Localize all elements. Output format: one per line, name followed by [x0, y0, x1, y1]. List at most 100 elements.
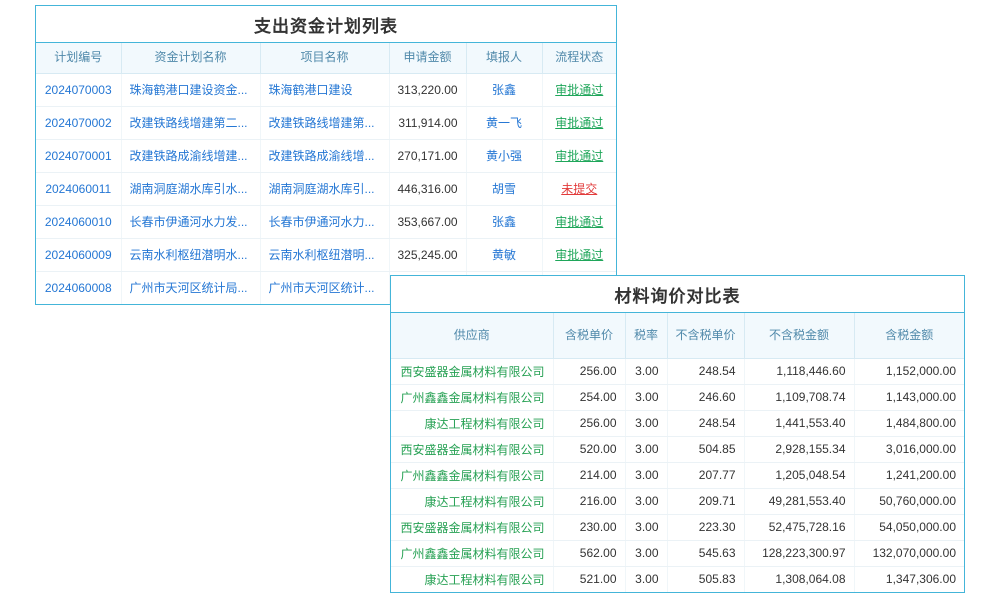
material-table-body: 西安盛器金属材料有限公司256.003.00248.541,118,446.60… — [391, 358, 964, 592]
supplier-link-cell[interactable]: 广州鑫鑫金属材料有限公司 — [391, 384, 553, 410]
unit-price-incl-tax-cell: 256.00 — [553, 358, 625, 384]
unit-price-excl-tax-cell: 223.30 — [667, 514, 744, 540]
plan-name-link-header: 资金计划名称 — [121, 43, 260, 73]
tax-rate-cell: 3.00 — [625, 488, 667, 514]
project-name-link-cell[interactable]: 改建铁路成渝线增... — [260, 139, 389, 172]
plan-id-link-cell[interactable]: 2024060008 — [36, 271, 121, 304]
unit-price-incl-tax-cell: 562.00 — [553, 540, 625, 566]
unit-price-incl-tax-cell: 520.00 — [553, 436, 625, 462]
apply-amount-cell: 325,245.00 — [389, 238, 466, 271]
plan-name-link-cell[interactable]: 改建铁路成渝线增建... — [121, 139, 260, 172]
reporter-link-cell[interactable]: 张鑫 — [466, 73, 542, 106]
reporter-link-cell[interactable]: 黄一飞 — [466, 106, 542, 139]
tax-rate-cell: 3.00 — [625, 410, 667, 436]
material-header-row: 供应商含税单价税率不含税单价不含税金额含税金额 — [391, 313, 964, 358]
amount-excl-tax-cell: 52,475,728.16 — [744, 514, 854, 540]
supplier-link-cell[interactable]: 广州鑫鑫金属材料有限公司 — [391, 540, 553, 566]
amount-excl-tax-cell: 1,308,064.08 — [744, 566, 854, 592]
apply-amount-cell: 353,667.00 — [389, 205, 466, 238]
supplier-link-cell[interactable]: 西安盛器金属材料有限公司 — [391, 436, 553, 462]
tax-rate-cell: 3.00 — [625, 436, 667, 462]
material-table-row: 康达工程材料有限公司216.003.00209.7149,281,553.405… — [391, 488, 964, 514]
amount-incl-tax-cell: 132,070,000.00 — [854, 540, 964, 566]
tax-rate-cell: 3.00 — [625, 514, 667, 540]
amount-incl-tax-cell: 3,016,000.00 — [854, 436, 964, 462]
material-table: 供应商含税单价税率不含税单价不含税金额含税金额 西安盛器金属材料有限公司256.… — [391, 313, 964, 592]
unit-price-excl-tax-cell: 248.54 — [667, 358, 744, 384]
status-link-cell[interactable]: 审批通过 — [542, 238, 616, 271]
project-name-link-cell[interactable]: 改建铁路线增建第... — [260, 106, 389, 139]
amount-excl-tax-cell: 128,223,300.97 — [744, 540, 854, 566]
plan-id-link-cell[interactable]: 2024060009 — [36, 238, 121, 271]
supplier-link-cell[interactable]: 西安盛器金属材料有限公司 — [391, 358, 553, 384]
material-table-row: 西安盛器金属材料有限公司230.003.00223.3052,475,728.1… — [391, 514, 964, 540]
amount-excl-tax-header: 不含税金额 — [744, 313, 854, 358]
plan-id-link-cell[interactable]: 2024070003 — [36, 73, 121, 106]
tax-rate-cell: 3.00 — [625, 566, 667, 592]
supplier-link-cell[interactable]: 康达工程材料有限公司 — [391, 410, 553, 436]
expense-table-row: 2024060010长春市伊通河水力发...长春市伊通河水力...353,667… — [36, 205, 616, 238]
unit-price-excl-tax-cell: 248.54 — [667, 410, 744, 436]
project-name-link-header: 项目名称 — [260, 43, 389, 73]
expense-header-row: 计划编号资金计划名称项目名称申请金额填报人流程状态 — [36, 43, 616, 73]
tax-rate-cell: 3.00 — [625, 358, 667, 384]
status-link-cell[interactable]: 审批通过 — [542, 139, 616, 172]
status-link-cell[interactable]: 审批通过 — [542, 73, 616, 106]
plan-name-link-cell[interactable]: 广州市天河区统计局... — [121, 271, 260, 304]
plan-name-link-cell[interactable]: 云南水利枢纽潜明水... — [121, 238, 260, 271]
amount-incl-tax-header: 含税金额 — [854, 313, 964, 358]
reporter-link-cell[interactable]: 胡雪 — [466, 172, 542, 205]
supplier-link-cell[interactable]: 康达工程材料有限公司 — [391, 488, 553, 514]
project-name-link-cell[interactable]: 珠海鹤港口建设 — [260, 73, 389, 106]
plan-name-link-cell[interactable]: 长春市伊通河水力发... — [121, 205, 260, 238]
plan-name-link-cell[interactable]: 改建铁路线增建第二... — [121, 106, 260, 139]
unit-price-excl-tax-cell: 209.71 — [667, 488, 744, 514]
reporter-link-cell[interactable]: 黄小强 — [466, 139, 542, 172]
supplier-link-cell[interactable]: 康达工程材料有限公司 — [391, 566, 553, 592]
plan-id-link-cell[interactable]: 2024060011 — [36, 172, 121, 205]
plan-name-link-cell[interactable]: 湖南洞庭湖水库引水... — [121, 172, 260, 205]
status-link-cell[interactable]: 审批通过 — [542, 106, 616, 139]
supplier-link-cell[interactable]: 西安盛器金属材料有限公司 — [391, 514, 553, 540]
apply-amount-cell: 270,171.00 — [389, 139, 466, 172]
plan-id-link-cell[interactable]: 2024070001 — [36, 139, 121, 172]
unit-price-excl-tax-cell: 545.63 — [667, 540, 744, 566]
amount-incl-tax-cell: 1,484,800.00 — [854, 410, 964, 436]
unit-price-incl-tax-cell: 216.00 — [553, 488, 625, 514]
expense-table-head: 计划编号资金计划名称项目名称申请金额填报人流程状态 — [36, 43, 616, 73]
amount-incl-tax-cell: 50,760,000.00 — [854, 488, 964, 514]
expense-panel-title: 支出资金计划列表 — [36, 6, 616, 43]
unit-price-incl-tax-cell: 214.00 — [553, 462, 625, 488]
status-link-cell[interactable]: 未提交 — [542, 172, 616, 205]
amount-excl-tax-cell: 1,118,446.60 — [744, 358, 854, 384]
plan-id-link-header: 计划编号 — [36, 43, 121, 73]
project-name-link-cell[interactable]: 长春市伊通河水力... — [260, 205, 389, 238]
plan-id-link-cell[interactable]: 2024070002 — [36, 106, 121, 139]
unit-price-excl-tax-cell: 207.77 — [667, 462, 744, 488]
project-name-link-cell[interactable]: 湖南洞庭湖水库引... — [260, 172, 389, 205]
amount-incl-tax-cell: 1,143,000.00 — [854, 384, 964, 410]
amount-excl-tax-cell: 1,441,553.40 — [744, 410, 854, 436]
project-name-link-cell[interactable]: 广州市天河区统计... — [260, 271, 389, 304]
amount-excl-tax-cell: 49,281,553.40 — [744, 488, 854, 514]
unit-price-incl-tax-cell: 254.00 — [553, 384, 625, 410]
expense-table-row: 2024060009云南水利枢纽潜明水...云南水利枢纽潜明...325,245… — [36, 238, 616, 271]
material-table-row: 广州鑫鑫金属材料有限公司562.003.00545.63128,223,300.… — [391, 540, 964, 566]
supplier-link-cell[interactable]: 广州鑫鑫金属材料有限公司 — [391, 462, 553, 488]
material-panel-title: 材料询价对比表 — [391, 276, 964, 313]
expense-plan-panel: 支出资金计划列表 计划编号资金计划名称项目名称申请金额填报人流程状态 20240… — [35, 5, 617, 305]
expense-table-body: 2024070003珠海鹤港口建设资金...珠海鹤港口建设313,220.00张… — [36, 73, 616, 304]
reporter-link-cell[interactable]: 黄敏 — [466, 238, 542, 271]
reporter-link-cell[interactable]: 张鑫 — [466, 205, 542, 238]
status-link-cell[interactable]: 审批通过 — [542, 205, 616, 238]
plan-id-link-cell[interactable]: 2024060010 — [36, 205, 121, 238]
material-table-row: 西安盛器金属材料有限公司520.003.00504.852,928,155.34… — [391, 436, 964, 462]
material-table-row: 西安盛器金属材料有限公司256.003.00248.541,118,446.60… — [391, 358, 964, 384]
amount-incl-tax-cell: 1,347,306.00 — [854, 566, 964, 592]
plan-name-link-cell[interactable]: 珠海鹤港口建设资金... — [121, 73, 260, 106]
apply-amount-header: 申请金额 — [389, 43, 466, 73]
material-table-head: 供应商含税单价税率不含税单价不含税金额含税金额 — [391, 313, 964, 358]
unit-price-excl-tax-cell: 505.83 — [667, 566, 744, 592]
material-table-row: 广州鑫鑫金属材料有限公司214.003.00207.771,205,048.54… — [391, 462, 964, 488]
project-name-link-cell[interactable]: 云南水利枢纽潜明... — [260, 238, 389, 271]
